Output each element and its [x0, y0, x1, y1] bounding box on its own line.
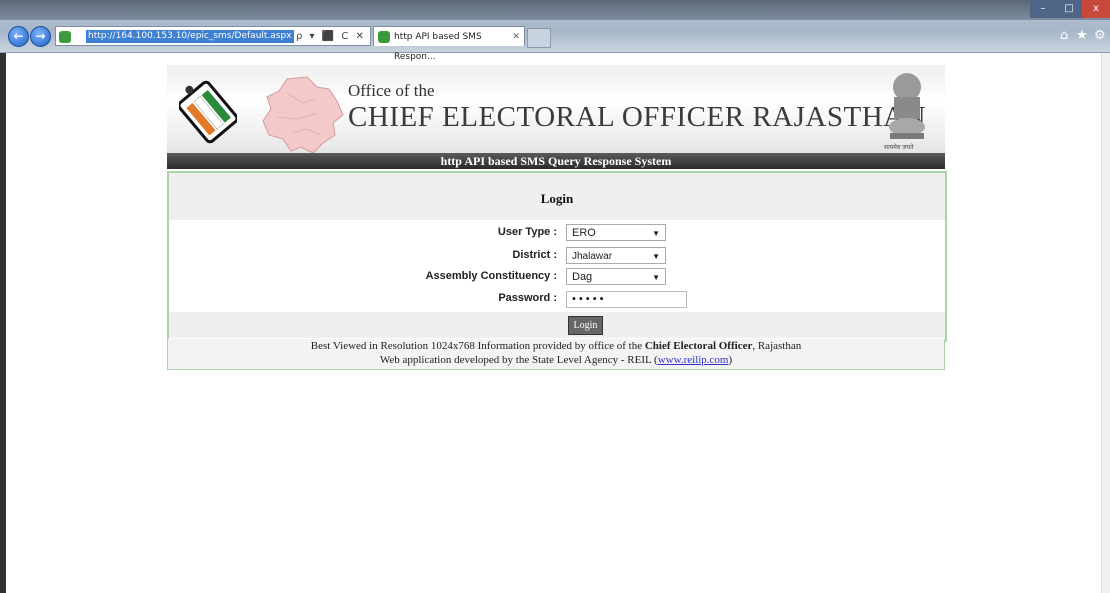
footer-line-1: Best Viewed in Resolution 1024x768 Infor… — [168, 339, 944, 353]
password-row: Password : ••••• — [169, 290, 945, 310]
office-of-text: Office of the — [348, 81, 435, 100]
vertical-scrollbar[interactable] — [1101, 53, 1110, 593]
dropdown-arrow-icon: ▼ — [652, 229, 660, 238]
password-label: Password : — [498, 292, 557, 304]
footer-text: , Rajasthan — [752, 340, 802, 352]
district-row: District : Jhalawar ▼ — [169, 247, 945, 267]
address-url[interactable]: http://164.100.153.10/epic_sms/Default.a… — [86, 30, 294, 43]
home-icon[interactable]: ⌂ — [1060, 28, 1068, 43]
tools-gear-icon[interactable]: ⚙ — [1094, 28, 1106, 43]
address-bar[interactable]: http://164.100.153.10/epic_sms/Default.a… — [55, 26, 371, 46]
national-emblem-icon — [889, 73, 925, 139]
site-favicon-icon — [59, 31, 71, 43]
emblem-motto: सत्यमेव जयते — [884, 144, 914, 151]
dropdown-arrow-icon: ▼ — [652, 273, 660, 282]
user-type-select[interactable]: ERO ▼ — [566, 224, 666, 241]
title-bar — [0, 0, 1110, 20]
tab-close-icon[interactable]: ✕ — [512, 27, 520, 47]
window-edge — [0, 53, 6, 593]
forward-arrow-icon[interactable]: → — [30, 26, 51, 47]
login-button[interactable]: Login — [568, 316, 603, 335]
voting-logo-icon — [179, 80, 237, 144]
footer-bold-text: Chief Electoral Officer — [644, 340, 753, 352]
site-header: Office of the CHIEF ELECTORAL OFFICER RA… — [167, 65, 945, 158]
page-footer: Best Viewed in Resolution 1024x768 Infor… — [167, 339, 945, 370]
new-tab-button[interactable] — [527, 28, 551, 48]
user-type-value: ERO — [572, 227, 596, 239]
tab-favicon-icon — [378, 31, 390, 43]
footer-text: Web application developed by the State L… — [379, 354, 658, 366]
minimize-icon[interactable]: – — [1030, 0, 1056, 18]
assembly-constituency-label: Assembly Constituency : — [425, 270, 557, 282]
dropdown-arrow-icon: ▼ — [652, 252, 660, 261]
login-form: Login User Type : ERO ▼ District : Jhala… — [167, 171, 947, 342]
assembly-constituency-select[interactable]: Dag ▼ — [566, 268, 666, 285]
login-button-bar: Login — [169, 312, 945, 338]
login-heading: Login — [169, 173, 945, 220]
tab-title: http API based SMS Respon... — [394, 32, 482, 62]
browser-chrome: ← → http://164.100.153.10/epic_sms/Defau… — [0, 0, 1110, 62]
assembly-constituency-value: Dag — [572, 271, 593, 283]
district-label: District : — [512, 249, 557, 261]
system-title-bar: http API based SMS Query Response System — [167, 153, 945, 169]
password-field[interactable]: ••••• — [566, 291, 687, 308]
district-select[interactable]: Jhalawar ▼ — [566, 247, 666, 264]
assembly-constituency-row: Assembly Constituency : Dag ▼ — [169, 268, 945, 288]
organization-title: CHIEF ELECTORAL OFFICER RAJASTHAN — [348, 101, 927, 133]
close-window-icon[interactable]: x — [1082, 0, 1110, 18]
district-value: Jhalawar — [572, 251, 613, 262]
rajasthan-map-icon — [262, 76, 344, 154]
footer-text: ) — [728, 354, 733, 366]
back-arrow-icon[interactable]: ← — [8, 26, 29, 47]
user-type-label: User Type : — [497, 226, 557, 238]
user-type-row: User Type : ERO ▼ — [169, 224, 945, 244]
favorites-star-icon[interactable]: ★ — [1076, 28, 1088, 43]
address-controls[interactable]: ρ ▾ ⬛ C ✕ — [296, 27, 366, 47]
maximize-icon[interactable]: □ — [1056, 0, 1082, 18]
reil-link[interactable]: www.reilip.com — [658, 354, 729, 366]
footer-line-2: Web application developed by the State L… — [168, 353, 944, 367]
footer-text: Best Viewed in Resolution 1024x768 Infor… — [310, 340, 645, 352]
browser-tab[interactable]: http API based SMS Respon... ✕ — [373, 26, 525, 62]
